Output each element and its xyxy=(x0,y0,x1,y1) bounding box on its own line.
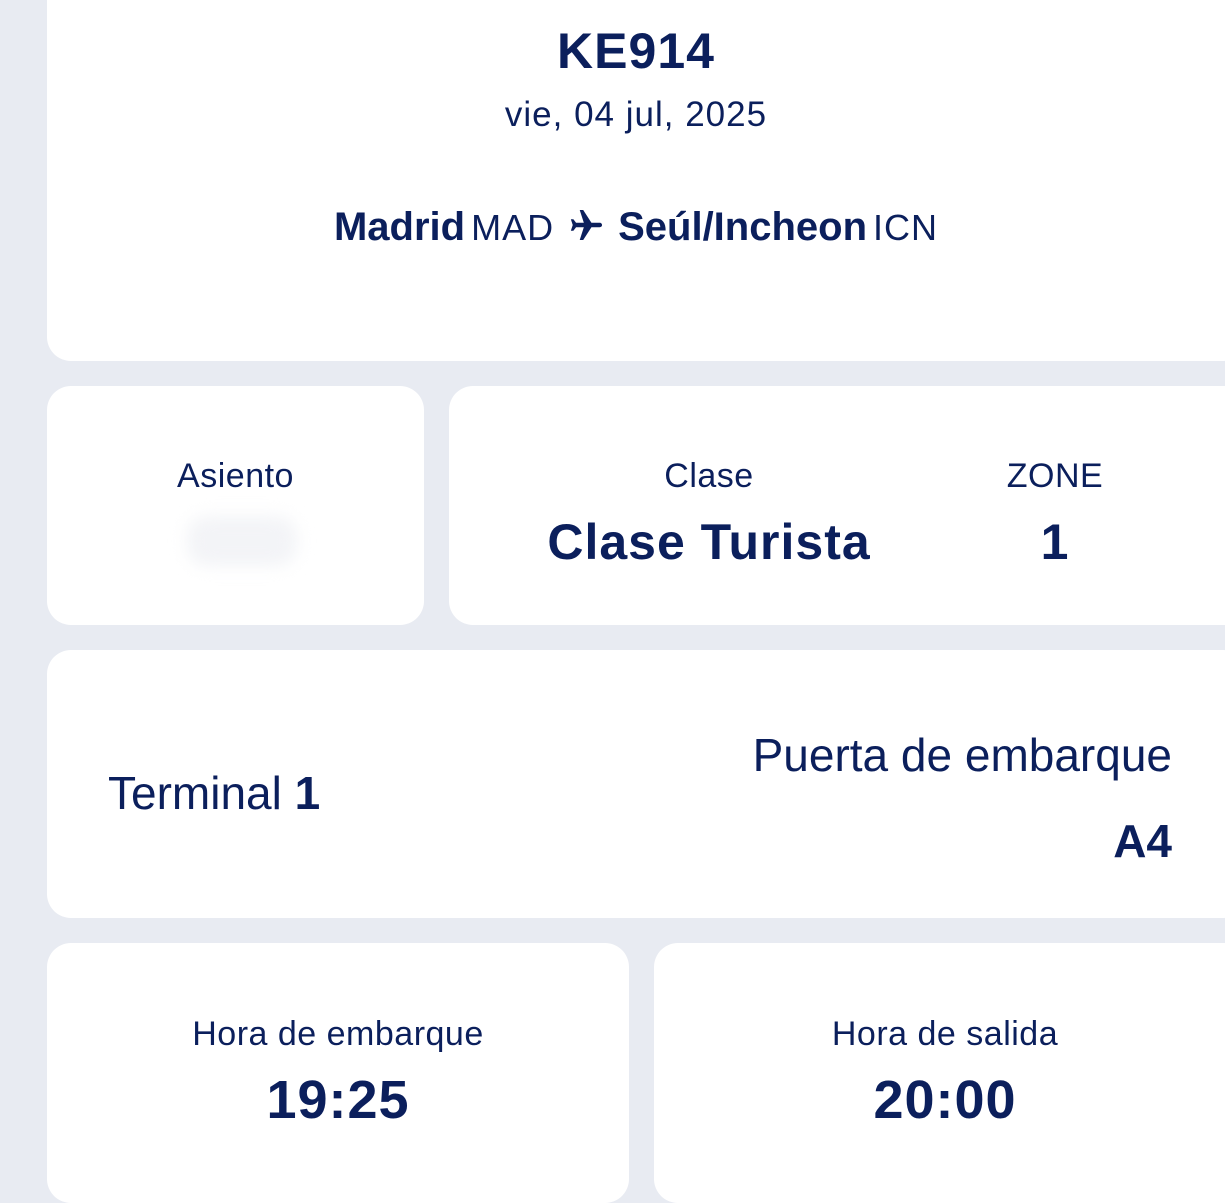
class-label: Clase xyxy=(664,457,754,495)
zone-value: 1 xyxy=(1040,514,1070,570)
destination-code: ICN xyxy=(873,207,939,248)
terminal-value: 1 xyxy=(294,767,321,819)
origin-code: MAD xyxy=(471,207,555,248)
flight-date: vie, 04 jul, 2025 xyxy=(504,95,768,134)
gate-label: Puerta de embarque xyxy=(752,729,1172,781)
terminal-card: Terminal 1 Puerta de embarque A4 xyxy=(47,650,1225,918)
boarding-time-card: Hora de embarque 19:25 xyxy=(47,943,629,1203)
origin-city: Madrid xyxy=(333,205,466,249)
departure-time-card: Hora de salida 20:00 xyxy=(654,943,1225,1203)
seat-label: Asiento xyxy=(177,457,294,495)
zone-label: ZONE xyxy=(1006,457,1104,495)
departure-time-value: 20:00 xyxy=(873,1070,1017,1130)
airplane-icon xyxy=(568,206,606,244)
boarding-time-value: 19:25 xyxy=(266,1070,410,1130)
boarding-time-label: Hora de embarque xyxy=(192,1015,484,1053)
seat-card: Asiento xyxy=(47,386,424,625)
flight-route: Madrid MAD Seúl/Incheon ICN xyxy=(47,202,1225,253)
flight-card: KE914 vie, 04 jul, 2025 Madrid MAD Seúl/In… xyxy=(47,0,1225,361)
departure-time-label: Hora de salida xyxy=(831,1015,1059,1053)
class-value: Clase Turista xyxy=(547,514,871,570)
terminal-label: Terminal xyxy=(108,767,282,819)
class-card: Clase Clase Turista ZONE 1 xyxy=(449,386,1225,625)
terminal-info: Terminal 1 xyxy=(108,766,320,820)
gate-value: A4 xyxy=(1113,815,1172,867)
flight-number: KE914 xyxy=(557,23,715,79)
destination-city: Seúl/Incheon xyxy=(618,205,868,249)
seat-value-redacted xyxy=(187,516,297,566)
